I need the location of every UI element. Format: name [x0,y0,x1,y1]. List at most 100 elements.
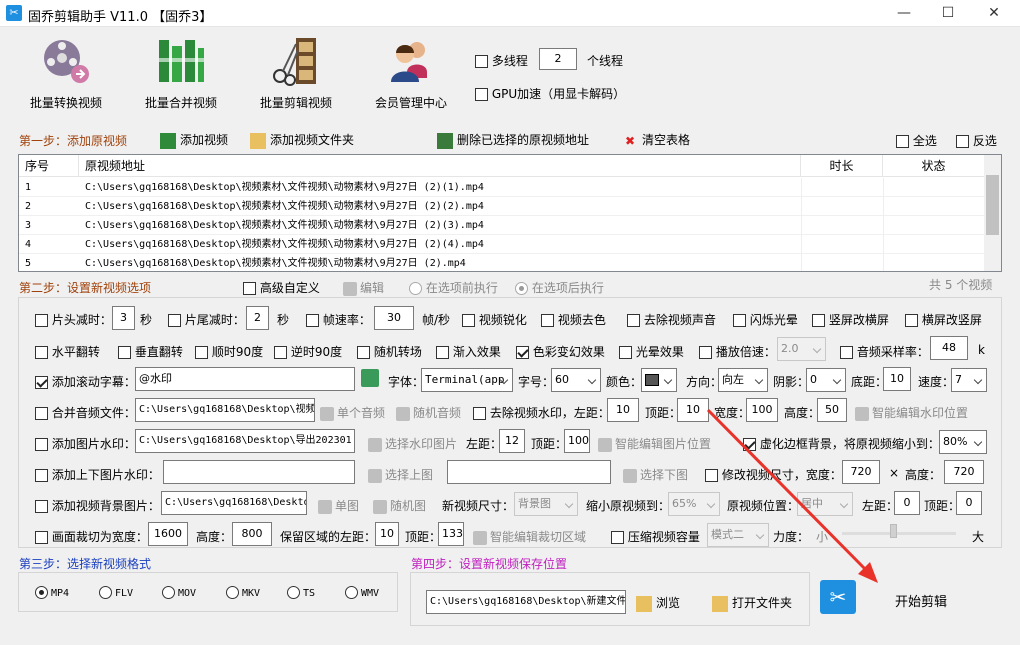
table-row[interactable]: 3 C:\Users\gq168168\Desktop\视频素材\文件视频\动物素… [19,216,985,235]
flash-checkbox[interactable]: 闪烁光晕 [733,311,798,328]
radio-dot[interactable] [35,586,48,599]
scroll-speed-select[interactable]: 7 [951,368,987,392]
crop-check[interactable] [35,531,48,544]
scroll-subtitle-checkbox[interactable]: 添加滚动字幕： [35,373,136,390]
video-table[interactable]: 序号 原视频地址 时长 状态 1 C:\Users\gq168168\Deskto… [18,154,1002,272]
random-bg-button[interactable]: 随机图 [373,497,426,514]
speed-check[interactable] [699,346,712,359]
thread-count-input[interactable]: 2 [539,48,577,70]
hflip-checkbox[interactable]: 水平翻转 [35,343,100,360]
direction-select[interactable]: 向左 [718,368,768,392]
single-bg-button[interactable]: 单图 [318,497,359,514]
format-radio-mp4[interactable]: MP4 [35,586,69,599]
format-radio-mov[interactable]: MOV [162,586,196,599]
blur-scale-select[interactable]: 80% [939,430,987,454]
sample-rate-checkbox[interactable]: 音频采样率： [840,343,929,360]
sample-rate-check[interactable] [840,346,853,359]
crop-width-input[interactable]: 1600 [148,522,188,546]
col-status-header[interactable]: 状态 [883,155,985,177]
format-radio-ts[interactable]: TS [287,586,315,599]
batch-merge-button[interactable]: 批量合并视频 [125,32,237,112]
table-row[interactable]: 5 C:\Users\gq168168\Desktop\视频素材\文件视频\动物素… [19,254,985,271]
single-audio-button[interactable]: 单个音频 [320,404,385,421]
table-scrollbar[interactable] [984,155,1001,271]
add-folder-button[interactable]: 添加视频文件夹 [250,131,354,149]
crop-left-input[interactable]: 10 [375,522,399,546]
close-button[interactable]: ✕ [972,2,1016,24]
h2v-check[interactable] [905,314,918,327]
top-image-input[interactable] [163,460,355,484]
scroll-subtitle-check[interactable] [35,376,48,389]
format-radio-wmv[interactable]: WMV [345,586,379,599]
bg-image-check[interactable] [35,500,48,513]
resize-height-input[interactable]: 720 [944,460,984,484]
edit-button[interactable]: 编辑 [343,279,384,296]
h2v-checkbox[interactable]: 横屏改竖屏 [905,311,982,328]
v2h-check[interactable] [812,314,825,327]
advanced-checkbox[interactable]: 高级自定义 [243,279,320,296]
hflip-check[interactable] [35,346,48,359]
rot-ccw-checkbox[interactable]: 逆时90度 [274,343,342,360]
image-watermark-check[interactable] [35,438,48,451]
select-all-button[interactable]: 全选 [896,132,937,149]
compress-check[interactable] [611,531,624,544]
smart-image-button[interactable]: 智能编辑图片位置 [598,435,711,452]
remove-watermark-check[interactable] [473,407,486,420]
browse-button[interactable]: 浏览 [636,594,680,612]
sharpen-check[interactable] [462,314,475,327]
decolor-check[interactable] [541,314,554,327]
invert-selection-button[interactable]: 反选 [956,132,997,149]
select-all-check[interactable] [896,135,909,148]
bg-image-checkbox[interactable]: 添加视频背景图片： [35,497,160,514]
fps-input[interactable]: 30 [374,306,414,330]
table-row[interactable]: 1 C:\Users\gq168168\Desktop\视频素材\文件视频\动物素… [19,178,985,197]
font-select[interactable]: Terminal(app [421,368,513,392]
sharpen-checkbox[interactable]: 视频锐化 [462,311,527,328]
new-size-select[interactable]: 背景图 [514,492,578,516]
after-radio-dot[interactable] [515,282,528,295]
v2h-checkbox[interactable]: 竖屏改横屏 [812,311,889,328]
merge-audio-check[interactable] [35,407,48,420]
compress-checkbox[interactable]: 压缩视频容量 [611,528,700,545]
radio-dot[interactable] [226,586,239,599]
image-watermark-checkbox[interactable]: 添加图片水印： [35,435,136,452]
multithread-checkbox[interactable]: 多线程 [475,52,528,69]
shadow-select[interactable]: 0 [806,368,846,392]
batch-edit-button[interactable]: 批量剪辑视频 [240,32,352,112]
choose-bottom-image-button[interactable]: 选择下图 [623,466,688,483]
choose-image-button[interactable]: 选择水印图片 [368,435,457,452]
image-path-input[interactable]: C:\Users\gq168168\Desktop\导出202301 [135,429,355,453]
advanced-check[interactable] [243,282,256,295]
member-center-button[interactable]: 会员管理中心 [355,32,467,112]
halo-check[interactable] [619,346,632,359]
fade-checkbox[interactable]: 渐入效果 [436,343,501,360]
col-path-header[interactable]: 原视频地址 [79,155,801,177]
batch-convert-button[interactable]: 批量转换视频 [10,32,122,112]
head-cut-check[interactable] [35,314,48,327]
before-radio[interactable]: 在选项前执行 [409,279,498,296]
mute-checkbox[interactable]: 去除视频声音 [627,311,716,328]
rot90-checkbox[interactable]: 顺时90度 [195,343,263,360]
fps-checkbox[interactable]: 帧速率： [306,311,371,328]
updown-watermark-checkbox[interactable]: 添加上下图片水印： [35,466,160,483]
format-radio-flv[interactable]: FLV [99,586,133,599]
random-transition-check[interactable] [357,346,370,359]
format-radio-mkv[interactable]: MKV [226,586,260,599]
after-radio[interactable]: 在选项后执行 [515,279,604,296]
save-path-input[interactable]: C:\Users\gq168168\Desktop\新建文件 [426,590,626,614]
vflip-checkbox[interactable]: 垂直翻转 [118,343,183,360]
vflip-check[interactable] [118,346,131,359]
crop-height-input[interactable]: 800 [232,522,272,546]
maximize-button[interactable]: ☐ [926,2,970,24]
radio-dot[interactable] [287,586,300,599]
table-row[interactable]: 4 C:\Users\gq168168\Desktop\视频素材\文件视频\动物素… [19,235,985,254]
refresh-icon[interactable] [361,369,379,387]
invert-check[interactable] [956,135,969,148]
smart-crop-button[interactable]: 智能编辑裁切区域 [473,528,586,545]
tail-cut-checkbox[interactable]: 片尾减时： [168,311,245,328]
multithread-check[interactable] [475,55,488,68]
table-row[interactable]: 2 C:\Users\gq168168\Desktop\视频素材\文件视频\动物素… [19,197,985,216]
delete-selected-button[interactable]: 删除已选择的原视频地址 [437,131,589,149]
color-select[interactable] [641,368,677,392]
open-folder-button[interactable]: 打开文件夹 [712,594,792,612]
